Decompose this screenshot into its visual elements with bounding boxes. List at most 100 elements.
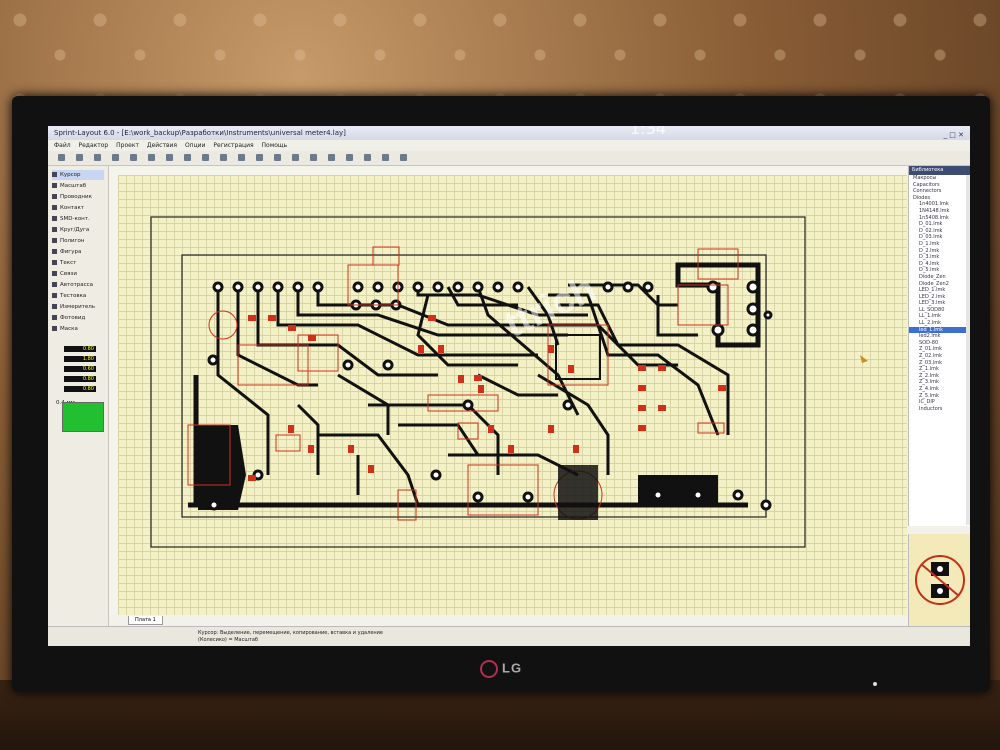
ground-pour-left [198,425,246,510]
tool-cursor[interactable]: Курсор [52,170,104,180]
zoom-icon[interactable] [310,154,317,161]
cut-icon[interactable] [166,154,173,161]
align-icon[interactable] [274,154,281,161]
track-icon [52,194,57,199]
library-item[interactable]: 1N4148.lmk [909,208,970,215]
print-icon[interactable] [112,154,119,161]
library-item[interactable]: Z_3.lmk [909,379,970,386]
grid-icon[interactable] [346,154,353,161]
library-item[interactable]: Макросы [909,175,970,182]
tool-autoroute[interactable]: Автотрасса [52,280,93,290]
tool-photoview[interactable]: Фотовид [52,313,85,323]
new-icon[interactable] [58,154,65,161]
tool-test[interactable]: Тестовка [52,291,86,301]
open-icon[interactable] [76,154,83,161]
menu-registration[interactable]: Регистрация [213,142,253,149]
tool-track[interactable]: Проводник [52,192,92,202]
menu-actions[interactable]: Действия [147,142,177,149]
tool-measure[interactable]: Измеритель [52,302,95,312]
cursor-icon [52,172,57,177]
library-item[interactable]: D_3.lmk [909,254,970,261]
library-item[interactable]: Diodes [909,195,970,202]
size-field[interactable]: 0.60 [64,366,96,372]
rotate-icon[interactable] [238,154,245,161]
library-item[interactable]: D_4.lmk [909,261,970,268]
page-tab[interactable]: Плата 1 [128,616,163,625]
menu-edit[interactable]: Редактор [79,142,109,149]
library-item[interactable]: Inductors [909,406,970,413]
preview-drawing [915,555,965,605]
tool-connection[interactable]: Связи [52,269,77,279]
undo-icon[interactable] [130,154,137,161]
library-item[interactable]: Diode_Zen [909,274,970,281]
toolbar [48,151,970,166]
tool-smd[interactable]: SMD-конт. [52,214,90,224]
photo-icon[interactable] [364,154,371,161]
window-title: Sprint-Layout 6.0 - [E:\work_backup\Разр… [54,129,346,137]
library-item[interactable]: 1n4001.lmk [909,201,970,208]
menu-options[interactable]: Опции [185,142,206,149]
tool-label: Полигон [60,238,85,244]
tool-shape[interactable]: Фигура [52,247,81,257]
menu-help[interactable]: Помощь [262,142,288,149]
layer-icon[interactable] [328,154,335,161]
mirror-icon[interactable] [256,154,263,161]
library-item[interactable]: led2.lmk [909,333,970,340]
settings-icon[interactable] [400,154,407,161]
library-item[interactable]: Capacitors [909,182,970,189]
library-item[interactable]: D_01.lmk [909,221,970,228]
library-item[interactable]: LED_1.lmk [909,287,970,294]
library-item[interactable]: D_02.lmk [909,228,970,235]
library-item[interactable]: LED_2.lmk [909,294,970,301]
pcb-canvas[interactable] [118,175,907,615]
library-item[interactable]: LL_2.lmk [909,320,970,327]
library-item[interactable]: Diode_Zen2 [909,281,970,288]
group-icon[interactable] [292,154,299,161]
library-item[interactable]: LL_SOD80 [909,307,970,314]
tool-zoom[interactable]: Масштаб [52,181,86,191]
library-item[interactable]: D_03.lmk [909,234,970,241]
delete-icon[interactable] [220,154,227,161]
library-item[interactable]: SOD-80 [909,340,970,347]
size-field[interactable]: 1.80 [64,356,96,362]
copy-icon[interactable] [184,154,191,161]
library-item[interactable]: 1n5408.lmk [909,215,970,222]
tool-mask[interactable]: Маска [52,324,78,334]
library-item[interactable]: Z_03.lmk [909,360,970,367]
library-item[interactable]: Z_02.lmk [909,353,970,360]
tool-polygon[interactable]: Полигон [52,236,84,246]
info-icon[interactable] [382,154,389,161]
library-item[interactable]: D_2.lmk [909,248,970,255]
paste-icon[interactable] [202,154,209,161]
redo-icon[interactable] [148,154,155,161]
library-item[interactable]: Z_1.lmk [909,366,970,373]
size-field[interactable]: 0.80 [64,376,96,382]
save-icon[interactable] [94,154,101,161]
tool-label: Связи [60,271,77,277]
menu-file[interactable]: Файл [54,142,71,149]
power-led [873,682,877,686]
autoroute-icon [52,282,57,287]
tool-label: Маска [60,326,78,332]
screen: Sprint-Layout 6.0 - [E:\work_backup\Разр… [48,126,970,646]
menu-project[interactable]: Проект [116,142,139,149]
library-scrollbar[interactable] [966,175,970,525]
library-item[interactable]: Z_01.lmk [909,346,970,353]
tool-label: Проводник [60,194,92,200]
library-item[interactable]: IC_DIP [909,399,970,406]
tool-pad[interactable]: Контакт [52,203,84,213]
library-item[interactable]: D_5.lmk [909,267,970,274]
size-field[interactable]: 0.80 [64,386,96,392]
library-item[interactable]: Z_4.lmk [909,386,970,393]
tool-circle[interactable]: Круг/Дуга [52,225,89,235]
library-item[interactable]: Z_5.lmk [909,393,970,400]
layer-color-swatch[interactable] [62,402,104,432]
tool-text[interactable]: Текст [52,258,76,268]
library-item[interactable]: LED_3.lmk [909,300,970,307]
library-item[interactable]: led_1.lmk [909,326,970,334]
library-item[interactable]: Connectors [909,188,970,195]
library-item[interactable]: Z_2.lmk [909,373,970,380]
library-item[interactable]: D_1.lmk [909,241,970,248]
size-field[interactable]: 0.80 [64,346,96,352]
library-item[interactable]: LL_1.lmk [909,313,970,320]
